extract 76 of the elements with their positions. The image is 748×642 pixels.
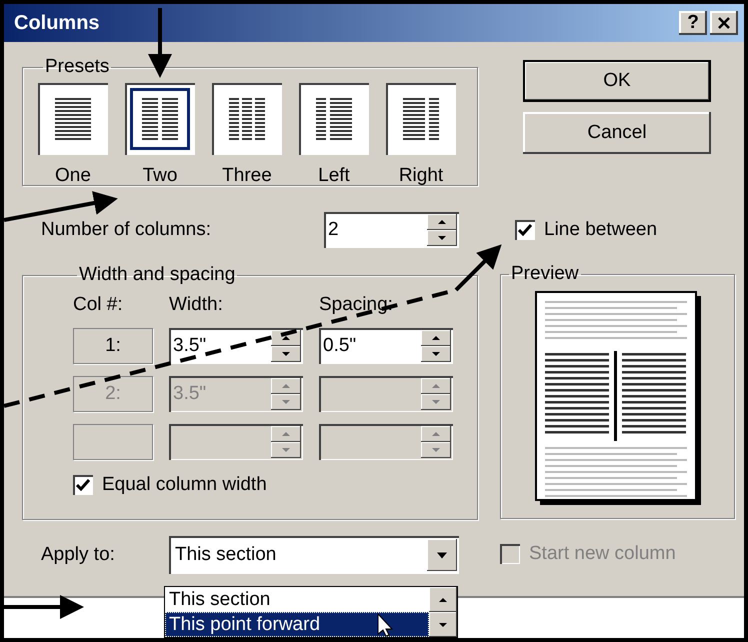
number-of-columns-field[interactable]: 2 — [324, 212, 459, 248]
dropdown-button[interactable] — [427, 539, 457, 571]
close-icon — [717, 17, 731, 29]
up-triangle-icon — [431, 383, 441, 389]
column-layout-icon — [316, 98, 352, 140]
down-triangle-icon — [437, 235, 447, 241]
down-triangle-icon — [431, 447, 441, 453]
down-triangle-icon — [436, 552, 448, 558]
up-triangle-icon — [431, 431, 441, 437]
dialog-button[interactable]: Cancel — [523, 112, 711, 154]
preset-option[interactable]: Left — [298, 83, 370, 187]
field-label: Number of columns: — [41, 219, 212, 241]
down-triangle-icon — [431, 399, 441, 405]
column-number: 2: — [73, 376, 153, 412]
preset-label: Two — [142, 165, 178, 187]
help-button[interactable]: ? — [679, 11, 707, 35]
column-header: Width: — [169, 294, 224, 316]
checkbox[interactable] — [73, 475, 93, 495]
spacing-field[interactable] — [319, 376, 453, 412]
checkbox[interactable] — [515, 220, 535, 240]
checkbox-label: Line between — [544, 219, 658, 241]
check-icon — [518, 224, 532, 236]
column-header: Spacing: — [319, 294, 394, 316]
down-triangle-icon — [431, 351, 441, 357]
checkbox-label: Equal column width — [102, 474, 267, 496]
checkbox-label: Start new column — [529, 543, 676, 565]
up-triangle-icon — [281, 383, 291, 389]
group-label: Preview — [510, 263, 580, 285]
spin-down-button[interactable] — [421, 394, 451, 410]
preset-label: Left — [318, 165, 350, 187]
scroll-up-button[interactable] — [429, 587, 457, 612]
apply-to-dropdown[interactable]: This section — [169, 536, 459, 574]
spin-up-button[interactable] — [421, 330, 451, 346]
preset-option[interactable]: Two — [124, 83, 196, 187]
column-layout-icon — [142, 98, 178, 140]
spin-up-button[interactable] — [421, 378, 451, 394]
column-header: Col #: — [73, 294, 124, 316]
up-triangle-icon — [438, 596, 448, 602]
width-field[interactable]: 3.5" — [169, 328, 303, 364]
spin-down-button[interactable] — [427, 230, 457, 246]
down-triangle-icon — [281, 399, 291, 405]
down-triangle-icon — [281, 351, 291, 357]
preset-option[interactable]: Three — [211, 83, 283, 187]
close-button[interactable] — [710, 11, 738, 35]
preset-option[interactable]: One — [37, 83, 109, 187]
preset-label: Right — [398, 165, 444, 187]
up-triangle-icon — [437, 219, 447, 225]
column-layout-icon — [229, 98, 265, 140]
preset-label: One — [55, 165, 91, 187]
check-icon — [76, 479, 90, 491]
spin-up-button[interactable] — [427, 214, 457, 230]
dropdown-option[interactable]: This point forward — [165, 612, 429, 637]
group-label: Presets — [44, 56, 110, 78]
spacing-field[interactable]: 0.5" — [319, 328, 453, 364]
down-triangle-icon — [438, 622, 448, 628]
down-triangle-icon — [281, 447, 291, 453]
up-triangle-icon — [431, 335, 441, 341]
group-label: Width and spacing — [78, 264, 236, 286]
spin-down-button[interactable] — [421, 346, 451, 362]
dialog-button[interactable]: OK — [523, 60, 711, 102]
column-layout-icon — [55, 98, 91, 140]
spin-down-button[interactable] — [421, 442, 451, 458]
dropdown-option[interactable]: This section — [165, 587, 429, 612]
window-title: Columns — [14, 12, 101, 34]
preset-option[interactable]: Right — [385, 83, 457, 187]
up-triangle-icon — [281, 431, 291, 437]
spin-down-button[interactable] — [271, 346, 301, 362]
preset-label: Three — [222, 165, 272, 187]
spin-up-button[interactable] — [421, 426, 451, 442]
scroll-down-button[interactable] — [429, 612, 457, 637]
up-triangle-icon — [281, 335, 291, 341]
spacing-field[interactable] — [319, 424, 453, 460]
annotation-arrow — [148, 8, 172, 78]
field-label: Apply to: — [41, 544, 116, 566]
column-layout-icon — [403, 98, 439, 140]
column-number: 1: — [73, 328, 153, 364]
